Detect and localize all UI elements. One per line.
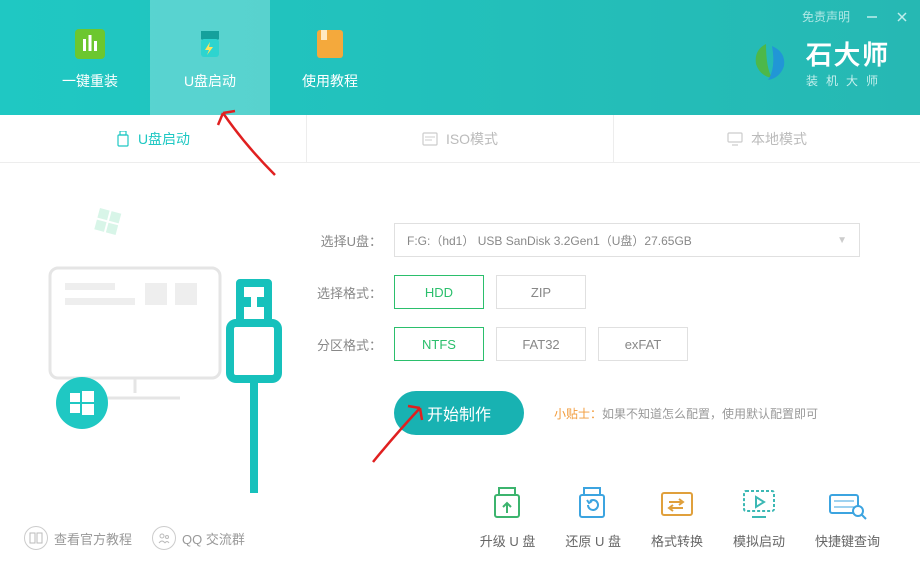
- tool-format-convert[interactable]: 格式转换: [651, 487, 703, 550]
- partition-label: 分区格式：: [310, 335, 382, 354]
- restore-usb-icon: [572, 487, 614, 523]
- title-bar: 免责声明: [802, 8, 910, 25]
- usb-illustration: [30, 193, 300, 493]
- brand-sub: 装机大师: [806, 72, 886, 89]
- nav-label: U盘启动: [184, 71, 236, 91]
- sub-tabs: U盘启动 ISO模式 本地模式: [0, 115, 920, 163]
- sub-tab-usb-boot[interactable]: U盘启动: [0, 115, 307, 162]
- partition-option-ntfs[interactable]: NTFS: [394, 327, 484, 361]
- book-icon: [24, 526, 48, 550]
- iso-icon: [422, 132, 438, 146]
- tool-shortcut-query[interactable]: 快捷键查询: [815, 487, 880, 550]
- select-disk-label: 选择U盘：: [310, 231, 382, 250]
- simulate-icon: [738, 487, 780, 523]
- convert-icon: [656, 487, 698, 523]
- nav-tab-usb-boot[interactable]: U盘启动: [150, 0, 270, 115]
- nav-label: 一键重装: [62, 71, 118, 91]
- nav-tab-reinstall[interactable]: 一键重装: [30, 0, 150, 115]
- format-option-zip[interactable]: ZIP: [496, 275, 586, 309]
- tool-label: 模拟启动: [733, 531, 785, 550]
- partition-option-fat32[interactable]: FAT32: [496, 327, 586, 361]
- tool-label: 快捷键查询: [815, 531, 880, 550]
- bottom-left-links: 查看官方教程 QQ 交流群: [24, 526, 245, 550]
- sub-tab-label: 本地模式: [751, 129, 807, 149]
- select-disk-dropdown[interactable]: F:G:（hd1） USB SanDisk 3.2Gen1（U盘）27.65GB: [394, 223, 860, 257]
- sub-tab-label: ISO模式: [446, 129, 498, 149]
- nav-tab-tutorial[interactable]: 使用教程: [270, 0, 390, 115]
- nav-label: 使用教程: [302, 71, 358, 91]
- monitor-icon: [727, 132, 743, 146]
- disclaimer-link[interactable]: 免责声明: [802, 8, 850, 25]
- upgrade-usb-icon: [487, 487, 529, 523]
- tool-label: 格式转换: [651, 531, 703, 550]
- hint-label: 小贴士：: [554, 407, 602, 421]
- sub-tab-label: U盘启动: [138, 129, 190, 149]
- tool-label: 还原 U 盘: [565, 531, 621, 550]
- format-label: 选择格式：: [310, 283, 382, 302]
- tool-label: 升级 U 盘: [480, 531, 536, 550]
- usb-icon: [116, 131, 130, 147]
- brand-name: 石大师: [806, 35, 890, 72]
- brand: 石大师 装机大师: [746, 35, 890, 89]
- start-button[interactable]: 开始制作: [394, 391, 524, 435]
- partition-option-exfat[interactable]: exFAT: [598, 327, 688, 361]
- keyboard-search-icon: [826, 487, 868, 523]
- bottom-tools: 升级 U 盘 还原 U 盘 格式转换 模拟启动 快捷键查询: [480, 487, 880, 550]
- link-label: QQ 交流群: [182, 529, 245, 548]
- minimize-icon[interactable]: [864, 9, 880, 25]
- tutorial-icon: [311, 25, 349, 63]
- brand-logo-icon: [746, 38, 794, 86]
- group-icon: [152, 526, 176, 550]
- link-label: 查看官方教程: [54, 529, 132, 548]
- link-official-tutorial[interactable]: 查看官方教程: [24, 526, 132, 550]
- tool-restore-usb[interactable]: 还原 U 盘: [565, 487, 621, 550]
- sub-tab-iso-mode[interactable]: ISO模式: [307, 115, 614, 162]
- form-area: 选择U盘： F:G:（hd1） USB SanDisk 3.2Gen1（U盘）2…: [310, 223, 860, 435]
- reinstall-icon: [71, 25, 109, 63]
- close-icon[interactable]: [894, 9, 910, 25]
- format-option-hdd[interactable]: HDD: [394, 275, 484, 309]
- link-qq-group[interactable]: QQ 交流群: [152, 526, 245, 550]
- nav-tabs: 一键重装 U盘启动 使用教程: [0, 0, 390, 115]
- select-disk-value: F:G:（hd1） USB SanDisk 3.2Gen1（U盘）27.65GB: [407, 232, 692, 249]
- sub-tab-local-mode[interactable]: 本地模式: [614, 115, 920, 162]
- tool-upgrade-usb[interactable]: 升级 U 盘: [480, 487, 536, 550]
- tool-simulate-boot[interactable]: 模拟启动: [733, 487, 785, 550]
- hint-text: 小贴士：如果不知道怎么配置，使用默认配置即可: [554, 405, 818, 422]
- usb-boot-icon: [191, 25, 229, 63]
- content-area: 选择U盘： F:G:（hd1） USB SanDisk 3.2Gen1（U盘）2…: [0, 163, 920, 435]
- header: 免责声明 一键重装 U盘启动 使用教程: [0, 0, 920, 115]
